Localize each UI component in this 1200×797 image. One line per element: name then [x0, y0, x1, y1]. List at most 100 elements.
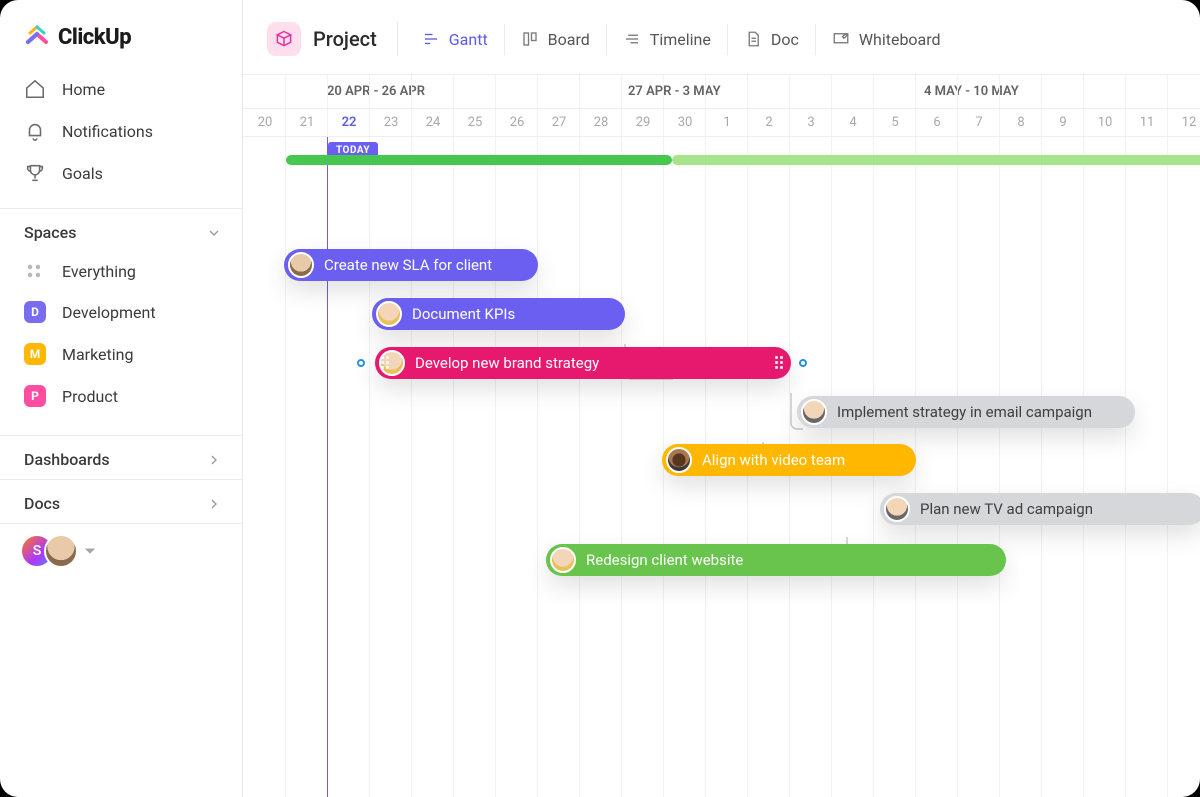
day-cell: 25 [454, 109, 496, 137]
view-tabs: Gantt Board Timeline Doc Whiteboard [406, 24, 957, 55]
gantt-icon [422, 30, 440, 48]
section-dashboards-label: Dashboards [24, 450, 110, 469]
day-cell: 24 [412, 109, 454, 137]
sidebar: ClickUp Home Notifications Goals Spaces [0, 0, 243, 797]
day-cell: 22 [328, 109, 370, 137]
task-label: Create new SLA for client [324, 256, 492, 274]
space-badge-p: P [24, 385, 46, 407]
drag-handle-icon[interactable] [381, 356, 391, 369]
clickup-logo-icon [24, 24, 50, 50]
tab-doc[interactable]: Doc [728, 24, 816, 55]
timeline-icon [623, 30, 641, 48]
tab-timeline-label: Timeline [650, 30, 711, 49]
primary-nav: Home Notifications Goals [0, 68, 242, 194]
section-spaces[interactable]: Spaces [0, 209, 242, 252]
nav-goals[interactable]: Goals [8, 152, 234, 194]
week-label: 27 APR - 3 MAY [628, 84, 721, 99]
dependency-handle[interactable] [799, 359, 807, 367]
day-cell: 9 [1042, 109, 1084, 137]
assignee-avatar [801, 399, 827, 425]
task-label: Implement strategy in email campaign [837, 403, 1092, 421]
assignee-avatar [376, 301, 402, 327]
day-cell: 29 [622, 109, 664, 137]
everything-icon [26, 263, 44, 281]
section-docs[interactable]: Docs [0, 480, 242, 523]
app-window: ClickUp Home Notifications Goals Spaces [0, 0, 1200, 797]
toolbar: Project Gantt Board Timeline Doc [243, 0, 1200, 75]
day-cell: 6 [916, 109, 958, 137]
project-chip[interactable]: Project [267, 22, 398, 56]
home-icon [24, 78, 46, 100]
day-cell: 10 [1084, 109, 1126, 137]
space-everything-label: Everything [62, 262, 136, 281]
day-cell: 4 [832, 109, 874, 137]
tab-timeline[interactable]: Timeline [607, 24, 728, 55]
nav-home-label: Home [62, 80, 105, 99]
section-dashboards[interactable]: Dashboards [0, 436, 242, 479]
task-email[interactable]: Implement strategy in email campaign [797, 396, 1135, 428]
space-product[interactable]: P Product [8, 375, 234, 417]
user-switcher[interactable]: S [0, 524, 242, 584]
tab-whiteboard-label: Whiteboard [859, 30, 941, 49]
task-tvad[interactable]: Plan new TV ad campaign [880, 493, 1200, 525]
tab-doc-label: Doc [771, 30, 799, 49]
project-title: Project [313, 27, 377, 51]
day-cell: 2 [748, 109, 790, 137]
assignee-avatar [288, 252, 314, 278]
day-cell: 12 [1168, 109, 1200, 137]
task-kpis[interactable]: Document KPIs [372, 298, 625, 330]
section-spaces-label: Spaces [24, 223, 76, 242]
space-badge-d: D [24, 301, 46, 323]
space-marketing-label: Marketing [62, 345, 133, 364]
task-brand[interactable]: Develop new brand strategy [375, 347, 791, 379]
task-sla[interactable]: Create new SLA for client [284, 249, 538, 281]
day-scale: 2021222324252627282930123456789101112 [243, 109, 1200, 137]
day-cell: 28 [580, 109, 622, 137]
space-development[interactable]: D Development [8, 291, 234, 333]
gantt-chart[interactable]: 20 APR - 26 APR 27 APR - 3 MAY 4 MAY - 1… [243, 75, 1200, 797]
brand-logo[interactable]: ClickUp [0, 0, 242, 68]
chevron-right-icon [206, 496, 222, 512]
day-cell: 26 [496, 109, 538, 137]
task-label: Align with video team [702, 451, 845, 469]
dependency-handle[interactable] [357, 359, 365, 367]
tab-gantt[interactable]: Gantt [406, 24, 505, 55]
chevron-down-icon [206, 225, 222, 241]
brand-name: ClickUp [58, 25, 131, 50]
day-cell: 27 [538, 109, 580, 137]
day-cell: 1 [706, 109, 748, 137]
assignee-avatar [666, 447, 692, 473]
assignee-avatar [550, 547, 576, 573]
tab-whiteboard[interactable]: Whiteboard [816, 24, 957, 55]
section-docs-label: Docs [24, 494, 60, 513]
tab-board[interactable]: Board [505, 24, 607, 55]
task-redesign[interactable]: Redesign client website [546, 544, 1006, 576]
day-cell: 5 [874, 109, 916, 137]
task-video[interactable]: Align with video team [662, 444, 916, 476]
user-initial: S [33, 543, 42, 559]
nav-home[interactable]: Home [8, 68, 234, 110]
task-label: Develop new brand strategy [415, 354, 599, 372]
board-icon [521, 30, 539, 48]
day-cell: 30 [664, 109, 706, 137]
chevron-right-icon [206, 452, 222, 468]
task-label: Redesign client website [586, 551, 743, 569]
day-cell: 23 [370, 109, 412, 137]
nav-notifications-label: Notifications [62, 122, 153, 141]
drag-handle-icon[interactable] [775, 356, 785, 369]
space-everything[interactable]: Everything [8, 252, 234, 291]
gantt-canvas: TODAY Create new SLA for clientDocument … [243, 137, 1200, 797]
day-cell: 8 [1000, 109, 1042, 137]
day-cell: 20 [244, 109, 286, 137]
tab-gantt-label: Gantt [449, 30, 488, 49]
space-badge-m: M [24, 343, 46, 365]
trophy-icon [24, 162, 46, 184]
space-development-label: Development [62, 303, 156, 322]
nav-notifications[interactable]: Notifications [8, 110, 234, 152]
task-label: Document KPIs [412, 305, 515, 323]
task-label: Plan new TV ad campaign [920, 500, 1093, 518]
user-avatar-photo [44, 534, 78, 568]
day-cell: 7 [958, 109, 1000, 137]
assignee-avatar [884, 496, 910, 522]
space-marketing[interactable]: M Marketing [8, 333, 234, 375]
